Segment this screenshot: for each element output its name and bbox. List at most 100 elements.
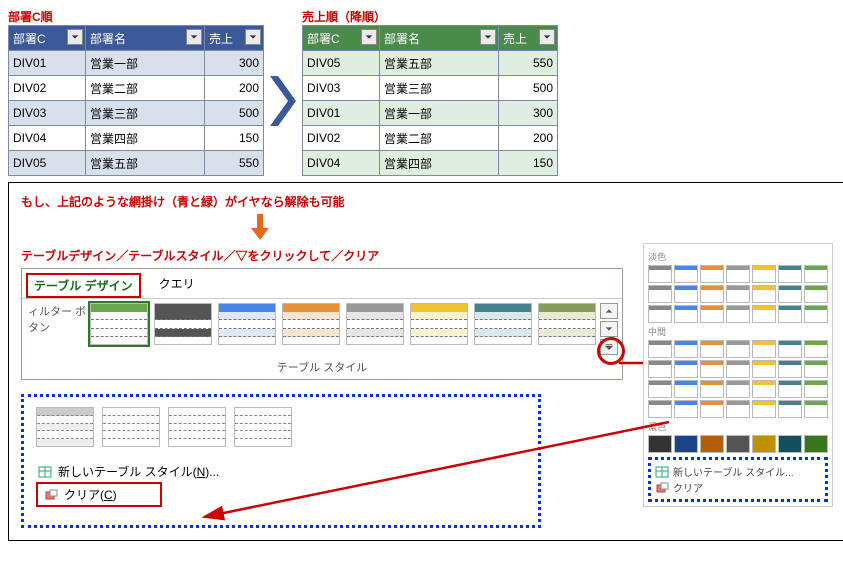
cell[interactable]: 300 (205, 51, 264, 76)
cell[interactable]: 200 (499, 126, 558, 151)
cell[interactable]: 300 (499, 101, 558, 126)
gallery-thumb[interactable] (778, 285, 802, 303)
styles-gallery[interactable]: 淡色 中間 濃色 新しいテーブル スタイル... クリア (643, 243, 833, 507)
tab-query[interactable]: クエリ (153, 273, 201, 298)
style-thumb-orange[interactable] (282, 303, 340, 345)
cell[interactable]: 営業二部 (86, 76, 205, 101)
gallery-thumb[interactable] (804, 380, 828, 398)
gallery-thumb[interactable] (752, 400, 776, 418)
cell[interactable]: DIV01 (9, 51, 86, 76)
filter-dropdown-icon[interactable] (539, 29, 555, 45)
gallery-thumb[interactable] (804, 265, 828, 283)
gallery-thumb[interactable] (804, 435, 828, 453)
cell[interactable]: 500 (499, 76, 558, 101)
style-none-thumb[interactable] (168, 407, 226, 447)
gallery-thumb[interactable] (804, 305, 828, 323)
gallery-thumb[interactable] (648, 285, 672, 303)
gallery-thumb[interactable] (648, 360, 672, 378)
gallery-thumb[interactable] (726, 360, 750, 378)
gallery-thumb[interactable] (700, 380, 724, 398)
gallery-thumb[interactable] (726, 400, 750, 418)
cell[interactable]: DIV04 (303, 151, 380, 176)
cell[interactable]: 営業五部 (86, 151, 205, 176)
cell[interactable]: 550 (499, 51, 558, 76)
style-thumb-dark-grey[interactable] (154, 303, 212, 345)
cell[interactable]: 500 (205, 101, 264, 126)
cell[interactable]: 営業四部 (380, 151, 499, 176)
menu-new-table-style[interactable]: 新しいテーブル スタイル(N)... (36, 461, 526, 482)
gallery-thumb[interactable] (700, 435, 724, 453)
scroll-down-icon[interactable] (600, 321, 618, 337)
gallery-thumb[interactable] (726, 265, 750, 283)
gallery-clear[interactable]: クリア (655, 480, 821, 495)
gallery-thumb[interactable] (778, 305, 802, 323)
gallery-thumb[interactable] (752, 285, 776, 303)
gallery-thumb[interactable] (752, 380, 776, 398)
gallery-thumb[interactable] (726, 435, 750, 453)
gallery-thumb[interactable] (674, 305, 698, 323)
gallery-thumb[interactable] (778, 340, 802, 358)
gallery-thumb[interactable] (674, 360, 698, 378)
gallery-thumb[interactable] (804, 400, 828, 418)
style-none-thumb[interactable] (102, 407, 160, 447)
gallery-thumb[interactable] (752, 305, 776, 323)
gallery-thumb[interactable] (674, 380, 698, 398)
gallery-thumb[interactable] (700, 340, 724, 358)
gallery-thumb[interactable] (674, 400, 698, 418)
style-thumb-yellow[interactable] (410, 303, 468, 345)
gallery-thumb[interactable] (700, 400, 724, 418)
tab-table-design[interactable]: テーブル デザイン (26, 273, 141, 298)
style-thumb-teal[interactable] (474, 303, 532, 345)
filter-dropdown-icon[interactable] (361, 29, 377, 45)
gallery-thumb[interactable] (674, 340, 698, 358)
gallery-thumb[interactable] (778, 265, 802, 283)
gallery-thumb[interactable] (778, 360, 802, 378)
gallery-thumb[interactable] (674, 265, 698, 283)
scroll-up-icon[interactable] (600, 303, 618, 319)
cell[interactable]: 営業三部 (86, 101, 205, 126)
cell[interactable]: 200 (205, 76, 264, 101)
cell[interactable]: DIV05 (303, 51, 380, 76)
cell[interactable]: DIV02 (9, 76, 86, 101)
cell[interactable]: 営業五部 (380, 51, 499, 76)
cell[interactable]: DIV03 (303, 76, 380, 101)
cell[interactable]: DIV01 (303, 101, 380, 126)
gallery-thumb[interactable] (700, 285, 724, 303)
cell[interactable]: 営業一部 (380, 101, 499, 126)
gallery-thumb[interactable] (778, 400, 802, 418)
gallery-thumb[interactable] (648, 305, 672, 323)
cell[interactable]: 営業二部 (380, 126, 499, 151)
gallery-thumb[interactable] (648, 400, 672, 418)
cell[interactable]: 550 (205, 151, 264, 176)
gallery-thumb[interactable] (804, 285, 828, 303)
gallery-thumb[interactable] (700, 265, 724, 283)
filter-dropdown-icon[interactable] (186, 29, 202, 45)
gallery-thumb[interactable] (648, 340, 672, 358)
gallery-new-style[interactable]: 新しいテーブル スタイル... (655, 464, 821, 479)
gallery-thumb[interactable] (752, 435, 776, 453)
menu-clear[interactable]: クリア(C) (36, 482, 162, 507)
style-none-thumb[interactable] (234, 407, 292, 447)
gallery-thumb[interactable] (648, 380, 672, 398)
gallery-thumb[interactable] (804, 360, 828, 378)
style-none-thumb[interactable] (36, 407, 94, 447)
filter-dropdown-icon[interactable] (245, 29, 261, 45)
gallery-thumb[interactable] (752, 360, 776, 378)
gallery-thumb[interactable] (726, 340, 750, 358)
cell[interactable]: DIV05 (9, 151, 86, 176)
gallery-thumb[interactable] (648, 265, 672, 283)
gallery-thumb[interactable] (726, 285, 750, 303)
gallery-thumb[interactable] (752, 265, 776, 283)
style-thumb-grey[interactable] (346, 303, 404, 345)
styles-more-dropdown-icon[interactable] (600, 339, 618, 355)
style-thumb-light-green[interactable] (90, 303, 148, 345)
gallery-thumb[interactable] (700, 360, 724, 378)
gallery-thumb[interactable] (674, 285, 698, 303)
gallery-thumb[interactable] (674, 435, 698, 453)
cell[interactable]: 150 (205, 126, 264, 151)
style-thumb-olive[interactable] (538, 303, 596, 345)
filter-dropdown-icon[interactable] (67, 29, 83, 45)
gallery-thumb[interactable] (778, 435, 802, 453)
cell[interactable]: DIV02 (303, 126, 380, 151)
gallery-thumb[interactable] (726, 380, 750, 398)
